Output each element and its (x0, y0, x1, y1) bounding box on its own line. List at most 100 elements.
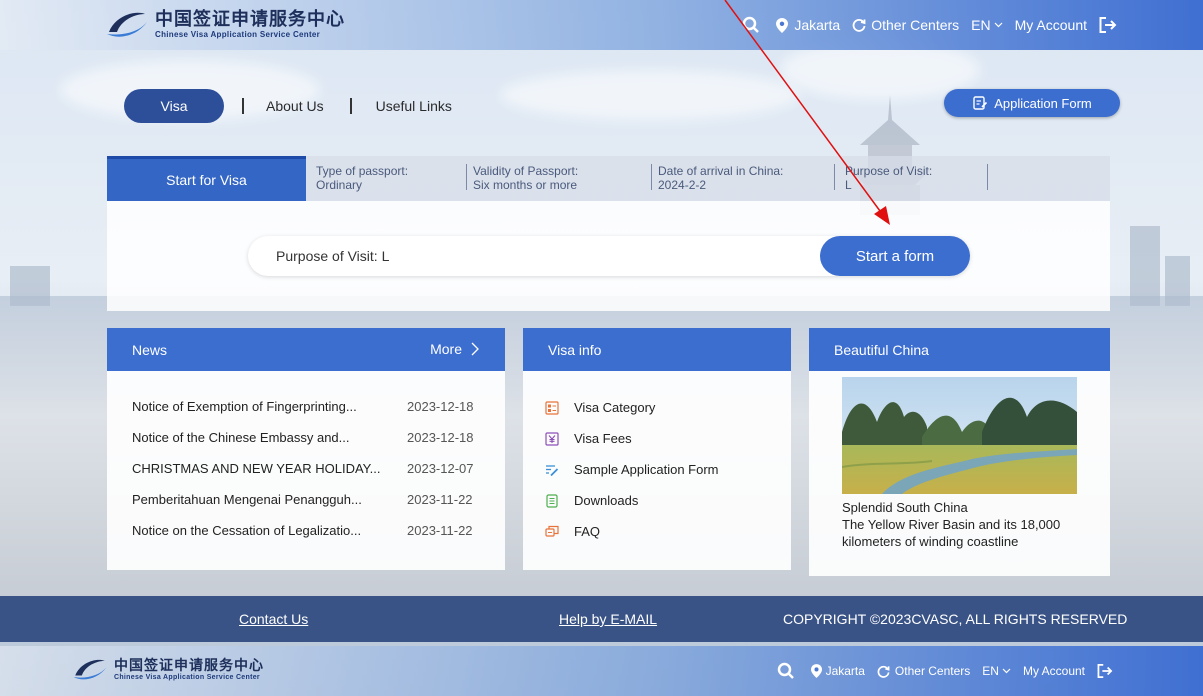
search-value: Purpose of Visit: L (276, 248, 390, 264)
language-selector[interactable]: EN (982, 664, 1011, 678)
news-item-date: 2023-11-22 (407, 523, 473, 538)
my-account-link[interactable]: My Account (1023, 664, 1085, 678)
category-icon (545, 400, 559, 415)
field-divider (466, 164, 467, 190)
visa-filter-bar: Start for Visa Type of passport: Ordinar… (107, 156, 1110, 201)
logo-english-text: Chinese Visa Application Service Center (114, 673, 260, 681)
sample-form-icon (546, 464, 559, 476)
refresh-icon (852, 19, 866, 32)
location-pin-icon (776, 17, 789, 33)
location-label: Jakarta (825, 664, 865, 678)
logo-chinese-text: 中国签证申请服务中心 (155, 8, 345, 30)
caption-title: Splendid South China (842, 500, 968, 515)
beautiful-china-header: Beautiful China (809, 328, 1110, 371)
contact-us-link[interactable]: Contact Us (239, 611, 308, 627)
caption-text: The Yellow River Basin and its 18,000 ki… (842, 517, 1061, 549)
news-item-title: CHRISTMAS AND NEW YEAR HOLIDAY... (132, 461, 381, 476)
news-item-date: 2023-12-07 (407, 461, 474, 476)
news-item-title: Notice on the Cessation of Legalizatio..… (132, 523, 362, 538)
nav-about-us[interactable]: About Us (266, 98, 324, 114)
visa-search-box[interactable]: Purpose of Visit: L Start a form (248, 236, 970, 276)
top-header: 中国签证申请服务中心 Chinese Visa Application Serv… (0, 0, 1203, 50)
beautiful-china-caption[interactable]: Splendid South China The Yellow River Ba… (842, 499, 1072, 550)
passport-type-field[interactable]: Type of passport: Ordinary (316, 164, 408, 192)
nav-useful-links[interactable]: Useful Links (376, 98, 452, 114)
visa-info-label: FAQ (574, 524, 601, 539)
visa-info-item[interactable]: FAQ (545, 524, 600, 539)
logo-swoosh-icon (72, 654, 108, 684)
nav-separator (242, 98, 244, 114)
language-selector[interactable]: EN (971, 17, 1003, 33)
language-label: EN (982, 664, 999, 678)
other-centers-label: Other Centers (871, 17, 960, 33)
logo-chinese-text: 中国签证申请服务中心 (114, 657, 264, 674)
field-value: L (845, 178, 852, 192)
news-item[interactable]: CHRISTMAS AND NEW YEAR HOLIDAY... 2023-12… (132, 461, 492, 476)
visa-info-item[interactable]: Visa Category (545, 400, 655, 415)
field-label: Purpose of Visit: (845, 164, 933, 178)
field-label: Validity of Passport: (473, 164, 579, 178)
field-divider (987, 164, 988, 190)
my-account-link[interactable]: My Account (1015, 17, 1087, 33)
field-divider (834, 164, 835, 190)
application-form-button[interactable]: Application Form (944, 89, 1120, 117)
copyright-text: COPYRIGHT ©2023CVASC, ALL RIGHTS RESERVE… (783, 611, 1128, 627)
visa-info-item[interactable]: Visa Fees (545, 431, 632, 446)
news-item-title: Notice of Exemption of Fingerprinting... (132, 399, 357, 414)
visa-info-list: Visa Category Visa Fees Sample Applicati… (523, 371, 791, 570)
visa-info-label: Downloads (574, 493, 639, 508)
news-more-link[interactable]: More (430, 341, 480, 357)
news-item-title: Notice of the Chinese Embassy and... (132, 430, 350, 445)
other-centers-link[interactable]: Other Centers (852, 17, 959, 33)
chevron-down-icon (1002, 668, 1011, 674)
search-icon[interactable] (742, 16, 760, 34)
search-icon[interactable] (777, 662, 795, 680)
arrival-date-field[interactable]: Date of arrival in China: 2024-2-2 (658, 164, 783, 192)
visa-info-label: Visa Category (574, 400, 656, 415)
nav-visa[interactable]: Visa (124, 89, 224, 123)
site-footer: Contact Us Help by E-MAIL COPYRIGHT ©202… (0, 596, 1203, 642)
nav-separator (349, 98, 352, 114)
news-item[interactable]: Notice of the Chinese Embassy and... 2023… (132, 430, 492, 445)
visa-info-label: Sample Application Form (574, 462, 719, 477)
news-list: Notice of Exemption of Fingerprinting...… (107, 371, 505, 570)
news-item[interactable]: Notice of Exemption of Fingerprinting...… (132, 399, 492, 414)
bottom-header: 中国签证申请服务中心 Chinese Visa Application Serv… (0, 646, 1203, 696)
form-edit-icon (973, 96, 988, 110)
logout-icon[interactable] (1097, 664, 1113, 678)
news-item[interactable]: Notice on the Cessation of Legalizatio..… (132, 523, 492, 538)
logo-swoosh-icon (105, 6, 149, 42)
field-value: Six months or more (473, 178, 578, 192)
news-item-date: 2023-12-18 (407, 399, 474, 414)
application-form-label: Application Form (994, 95, 1092, 111)
other-centers-link[interactable]: Other Centers (877, 664, 970, 678)
downloads-icon (546, 493, 558, 508)
chevron-right-icon (471, 342, 479, 356)
news-item-title: Pemberitahuan Mengenai Penangguh... (132, 492, 362, 507)
location-selector[interactable]: Jakarta (810, 664, 865, 678)
start-a-form-button[interactable]: Start a form (820, 236, 970, 276)
help-email-link[interactable]: Help by E-MAIL (559, 611, 657, 627)
visa-info-item[interactable]: Downloads (545, 493, 638, 508)
fees-icon (545, 431, 559, 446)
field-value: Ordinary (316, 178, 363, 192)
location-pin-icon (810, 664, 822, 678)
more-label: More (430, 341, 462, 357)
visa-info-item[interactable]: Sample Application Form (545, 462, 719, 477)
beautiful-china-title: Beautiful China (834, 341, 929, 358)
location-selector[interactable]: Jakarta (776, 17, 840, 33)
news-item-date: 2023-12-18 (407, 430, 474, 445)
start-for-visa-tab[interactable]: Start for Visa (107, 156, 306, 201)
logout-icon[interactable] (1099, 17, 1117, 33)
news-item[interactable]: Pemberitahuan Mengenai Penangguh... 2023-… (132, 492, 492, 507)
visa-info-label: Visa Fees (574, 431, 632, 446)
chevron-down-icon (994, 22, 1003, 28)
logo-english-text: Chinese Visa Application Service Center (155, 29, 321, 39)
landscape-photo[interactable] (842, 377, 1077, 494)
faq-icon (545, 525, 559, 537)
site-logo[interactable]: 中国签证申请服务中心 Chinese Visa Application Serv… (105, 6, 345, 42)
field-label: Type of passport: (316, 164, 409, 178)
passport-validity-field[interactable]: Validity of Passport: Six months or more (473, 164, 578, 192)
site-logo[interactable]: 中国签证申请服务中心 Chinese Visa Application Serv… (72, 654, 264, 684)
purpose-of-visit-field[interactable]: Purpose of Visit: L (845, 164, 932, 192)
